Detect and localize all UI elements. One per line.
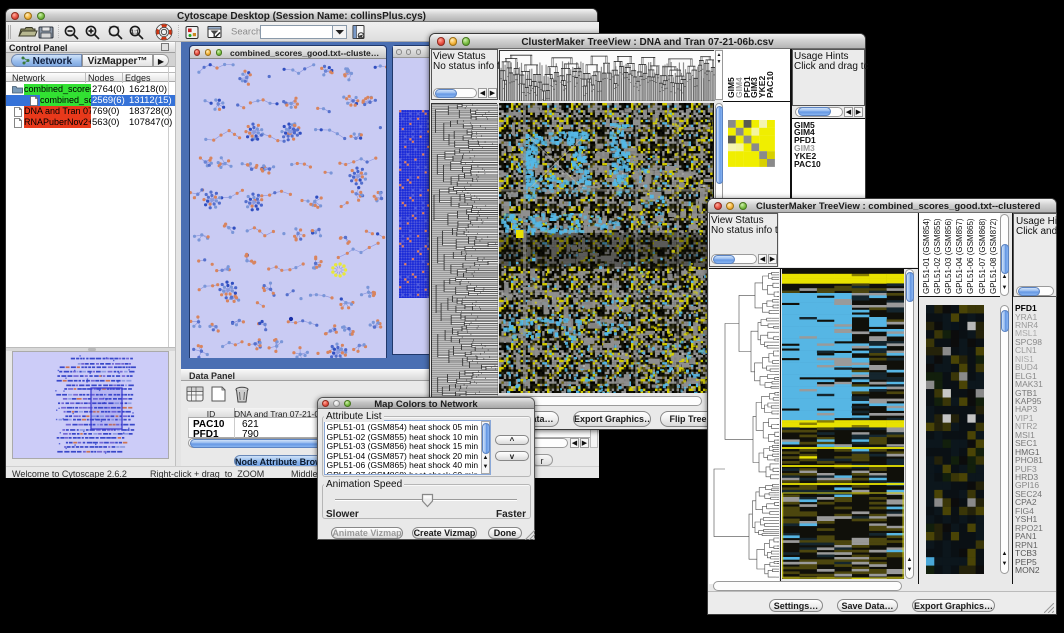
svg-text:Search:: Search: xyxy=(231,27,264,38)
svg-text:1:1: 1:1 xyxy=(131,30,139,36)
